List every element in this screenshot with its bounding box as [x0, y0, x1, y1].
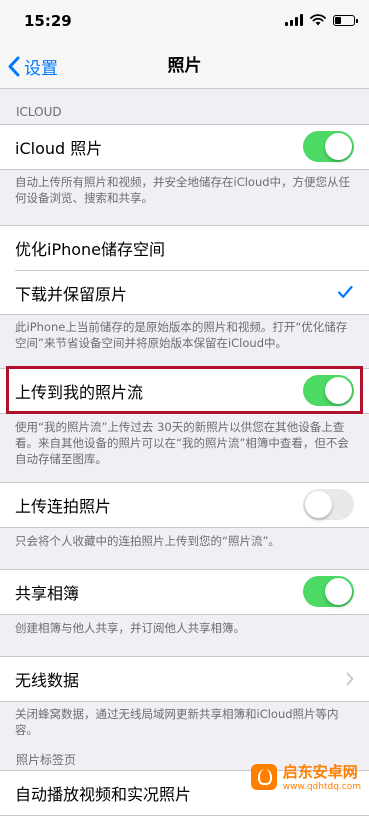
wireless-data-row[interactable]: 无线数据	[0, 657, 369, 701]
checkmark-icon	[337, 285, 353, 298]
shared-albums-footer: 创建相簿与他人共享，并订阅他人共享相簿。	[15, 621, 245, 635]
photo-stream-group: 上传到我的照片流	[0, 368, 369, 414]
status-icons	[285, 14, 358, 26]
wireless-data-group: 无线数据	[0, 656, 369, 702]
download-originals-option[interactable]: 下载并保留原片	[15, 270, 369, 314]
optimize-storage-label: 优化iPhone储存空间	[15, 240, 166, 259]
cellular-signal-icon	[285, 14, 303, 26]
status-bar: 15:29	[0, 0, 369, 44]
icloud-photos-row: iCloud 照片	[0, 125, 369, 169]
chevron-right-icon	[346, 672, 354, 686]
status-time: 15:29	[24, 12, 72, 30]
photo-stream-toggle[interactable]	[303, 375, 354, 406]
watermark-name: 启东安卓网	[282, 763, 358, 781]
icloud-photos-footer: 自动上传所有照片和视频，并安全地储存在iCloud中，方便您从任何设备浏览、搜索…	[15, 175, 351, 205]
burst-photos-row: 上传连拍照片	[0, 483, 369, 527]
watermark-logo-icon	[250, 763, 277, 790]
burst-photos-group: 上传连拍照片	[0, 482, 369, 528]
back-button-label: 设置	[24, 58, 58, 79]
icloud-photos-toggle[interactable]	[303, 131, 354, 162]
download-originals-label: 下载并保留原片	[15, 284, 128, 304]
chevron-left-icon	[8, 56, 20, 76]
storage-options-group: 优化iPhone储存空间 下载并保留原片	[0, 225, 369, 315]
back-button[interactable]: 设置	[8, 44, 58, 88]
storage-footer: 此iPhone上当前储存的是原始版本的照片和视频。打开“优化储存空间”来节省设备…	[15, 320, 348, 350]
wireless-data-footer: 关闭蜂窝数据，通过无线局域网更新共享相簿和iCloud照片等内容。	[15, 707, 339, 737]
battery-icon	[333, 14, 358, 26]
watermark: 启东安卓网 www.qdhtdq.com	[250, 761, 361, 792]
burst-photos-toggle[interactable]	[303, 489, 354, 520]
shared-albums-row: 共享相簿	[0, 570, 369, 614]
navigation-bar: 设置 照片	[0, 44, 369, 89]
wifi-icon	[310, 14, 326, 26]
optimize-storage-option[interactable]: 优化iPhone储存空间	[0, 226, 369, 270]
wireless-data-label: 无线数据	[15, 671, 80, 690]
shared-albums-toggle[interactable]	[303, 576, 354, 607]
photo-stream-footer: 使用“我的照片流”上传过去 30天的新照片以供您在其他设备上查看。来自其他设备的…	[15, 420, 349, 466]
shared-albums-group: 共享相簿	[0, 569, 369, 615]
icloud-section-header: ICLOUD	[16, 105, 62, 119]
icloud-photos-group: iCloud 照片	[0, 124, 369, 170]
photo-stream-row: 上传到我的照片流	[0, 369, 369, 413]
burst-photos-footer: 只会将个人收藏中的连拍照片上传到您的“照片流”。	[15, 534, 280, 548]
watermark-url: www.qdhtdq.com	[282, 782, 361, 792]
photos-tab-section-header: 照片标签页	[16, 753, 77, 767]
